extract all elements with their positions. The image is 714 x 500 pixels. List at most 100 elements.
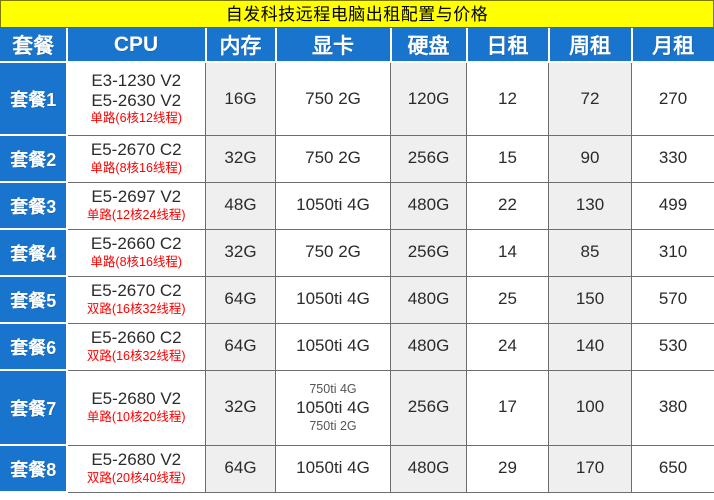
cpu-model: E5-2697 V2 xyxy=(91,187,182,207)
plan-cell[interactable]: 套餐6 xyxy=(0,322,68,371)
weekly-rate-cell: 72 xyxy=(548,61,632,136)
memory-cell: 32G xyxy=(205,369,276,446)
plan-cell[interactable]: 套餐7 xyxy=(0,369,68,446)
page-title: 自发科技远程电脑出租配置与价格 xyxy=(225,4,489,24)
column-header-memory: 内存 xyxy=(204,28,277,63)
disk-cell: 120G xyxy=(390,61,467,136)
pricing-table: 套餐 CPU 内存 显卡 硬盘 日租 周租 月租 套餐1 E3-1230 V2 E5-2630 V… xyxy=(0,28,714,493)
disk-cell: 256G xyxy=(390,134,467,183)
cpu-model: E5-2660 C2 xyxy=(90,328,182,348)
price-table-page: 自发科技远程电脑出租配置与价格 套餐 CPU 内存 显卡 硬盘 日租 周租 月租 套餐1 E3-… xyxy=(0,0,714,500)
cpu-cell: E5-2670 C2 单路(8核16线程) xyxy=(66,134,206,183)
table-row: 套餐2 E5-2670 C2 单路(8核16线程) 32G 750 2G 256G 15 90… xyxy=(0,134,714,183)
column-header-disk: 硬盘 xyxy=(389,28,468,63)
monthly-rate-cell: 380 xyxy=(631,369,714,446)
cpu-core-note: 双路(16核32线程) xyxy=(86,348,186,363)
monthly-rate-cell: 499 xyxy=(631,181,714,230)
disk-cell: 480G xyxy=(390,275,467,324)
cpu-core-note: 单路(8核16线程) xyxy=(90,160,183,175)
column-header-monthly: 月租 xyxy=(630,28,714,63)
table-body: 套餐1 E3-1230 V2 E5-2630 V2 单路(6核12线程) 16G 750 … xyxy=(0,61,714,493)
memory-cell: 64G xyxy=(205,275,276,324)
column-header-gpu: 显卡 xyxy=(274,28,392,63)
table-row: 套餐3 E5-2697 V2 单路(12核24线程) 48G 1050ti 4G 480G… xyxy=(0,181,714,230)
plan-cell[interactable]: 套餐1 xyxy=(0,61,68,136)
table-row: 套餐4 E5-2660 C2 单路(8核16线程) 32G 750 2G 256G 14 85… xyxy=(0,228,714,277)
column-header-daily: 日租 xyxy=(465,28,550,63)
cpu-model: E5-2660 C2 xyxy=(90,234,182,254)
table-header-row: 套餐 CPU 内存 显卡 硬盘 日租 周租 月租 xyxy=(0,28,714,63)
plan-cell[interactable]: 套餐4 xyxy=(0,228,68,277)
monthly-rate-cell: 270 xyxy=(631,61,714,136)
monthly-rate-cell: 310 xyxy=(631,228,714,277)
cpu-cell: E5-2670 C2 双路(16核32线程) xyxy=(66,275,206,324)
gpu-option: 750ti 4G xyxy=(309,381,357,396)
weekly-rate-cell: 100 xyxy=(548,369,632,446)
monthly-rate-cell: 570 xyxy=(631,275,714,324)
daily-rate-cell: 25 xyxy=(466,275,549,324)
memory-cell: 48G xyxy=(205,181,276,230)
memory-cell: 32G xyxy=(205,228,276,277)
cpu-model: E5-2670 C2 xyxy=(90,281,182,301)
cpu-cell: E3-1230 V2 E5-2630 V2 单路(6核12线程) xyxy=(66,61,206,136)
gpu-cell: 750ti 4G 1050ti 4G 750ti 2G xyxy=(275,369,391,446)
cpu-cell: E5-2680 V2 双路(20核40线程) xyxy=(66,444,206,493)
gpu-cell: 1050ti 4G xyxy=(275,444,391,493)
cpu-cell: E5-2697 V2 单路(12核24线程) xyxy=(66,181,206,230)
monthly-rate-cell: 330 xyxy=(631,134,714,183)
disk-cell: 480G xyxy=(390,181,467,230)
weekly-rate-cell: 150 xyxy=(548,275,632,324)
memory-cell: 64G xyxy=(205,322,276,371)
cpu-core-note: 单路(12核24线程) xyxy=(86,207,186,222)
plan-cell[interactable]: 套餐5 xyxy=(0,275,68,324)
plan-cell[interactable]: 套餐8 xyxy=(0,444,68,493)
weekly-rate-cell: 140 xyxy=(548,322,632,371)
cpu-model: E3-1230 V2 xyxy=(91,70,182,90)
cpu-cell: E5-2660 C2 单路(8核16线程) xyxy=(66,228,206,277)
disk-cell: 256G xyxy=(390,369,467,446)
cpu-core-note: 单路(8核16线程) xyxy=(90,254,183,269)
cpu-model: E5-2680 V2 xyxy=(91,450,182,470)
cpu-core-note: 双路(20核40线程) xyxy=(86,470,186,485)
gpu-cell: 750 2G xyxy=(275,134,391,183)
daily-rate-cell: 17 xyxy=(466,369,549,446)
cpu-model: E5-2630 V2 xyxy=(91,90,182,110)
daily-rate-cell: 12 xyxy=(466,61,549,136)
cpu-cell: E5-2680 V2 单路(10核20线程) xyxy=(66,369,206,446)
weekly-rate-cell: 170 xyxy=(548,444,632,493)
daily-rate-cell: 15 xyxy=(466,134,549,183)
cpu-core-note: 单路(10核20线程) xyxy=(86,409,186,424)
gpu-cell: 1050ti 4G xyxy=(275,275,391,324)
table-row: 套餐7 E5-2680 V2 单路(10核20线程) 32G 750ti 4G 1050t… xyxy=(0,369,714,446)
daily-rate-cell: 22 xyxy=(466,181,549,230)
gpu-option: 1050ti 4G xyxy=(296,397,370,417)
column-header-cpu: CPU xyxy=(65,28,207,63)
gpu-option: 750ti 2G xyxy=(309,419,357,434)
column-header-plan: 套餐 xyxy=(0,28,68,63)
table-row: 套餐5 E5-2670 C2 双路(16核32线程) 64G 1050ti 4G 480G… xyxy=(0,275,714,324)
daily-rate-cell: 29 xyxy=(466,444,549,493)
memory-cell: 64G xyxy=(205,444,276,493)
table-row: 套餐8 E5-2680 V2 双路(20核40线程) 64G 1050ti 4G 480G… xyxy=(0,444,714,493)
cpu-core-note: 单路(6核12线程) xyxy=(90,111,183,126)
plan-cell[interactable]: 套餐3 xyxy=(0,181,68,230)
disk-cell: 256G xyxy=(390,228,467,277)
plan-cell[interactable]: 套餐2 xyxy=(0,134,68,183)
page-title-bar: 自发科技远程电脑出租配置与价格 xyxy=(0,0,714,28)
gpu-cell: 750 2G xyxy=(275,228,391,277)
cpu-cell: E5-2660 C2 双路(16核32线程) xyxy=(66,322,206,371)
monthly-rate-cell: 650 xyxy=(631,444,714,493)
cpu-model: E5-2680 V2 xyxy=(91,389,182,409)
monthly-rate-cell: 530 xyxy=(631,322,714,371)
memory-cell: 16G xyxy=(205,61,276,136)
gpu-cell: 1050ti 4G xyxy=(275,322,391,371)
cpu-core-note: 双路(16核32线程) xyxy=(86,301,186,316)
gpu-cell: 1050ti 4G xyxy=(275,181,391,230)
memory-cell: 32G xyxy=(205,134,276,183)
weekly-rate-cell: 130 xyxy=(548,181,632,230)
gpu-cell: 750 2G xyxy=(275,61,391,136)
disk-cell: 480G xyxy=(390,322,467,371)
weekly-rate-cell: 85 xyxy=(548,228,632,277)
cpu-model: E5-2670 C2 xyxy=(90,140,182,160)
daily-rate-cell: 14 xyxy=(466,228,549,277)
